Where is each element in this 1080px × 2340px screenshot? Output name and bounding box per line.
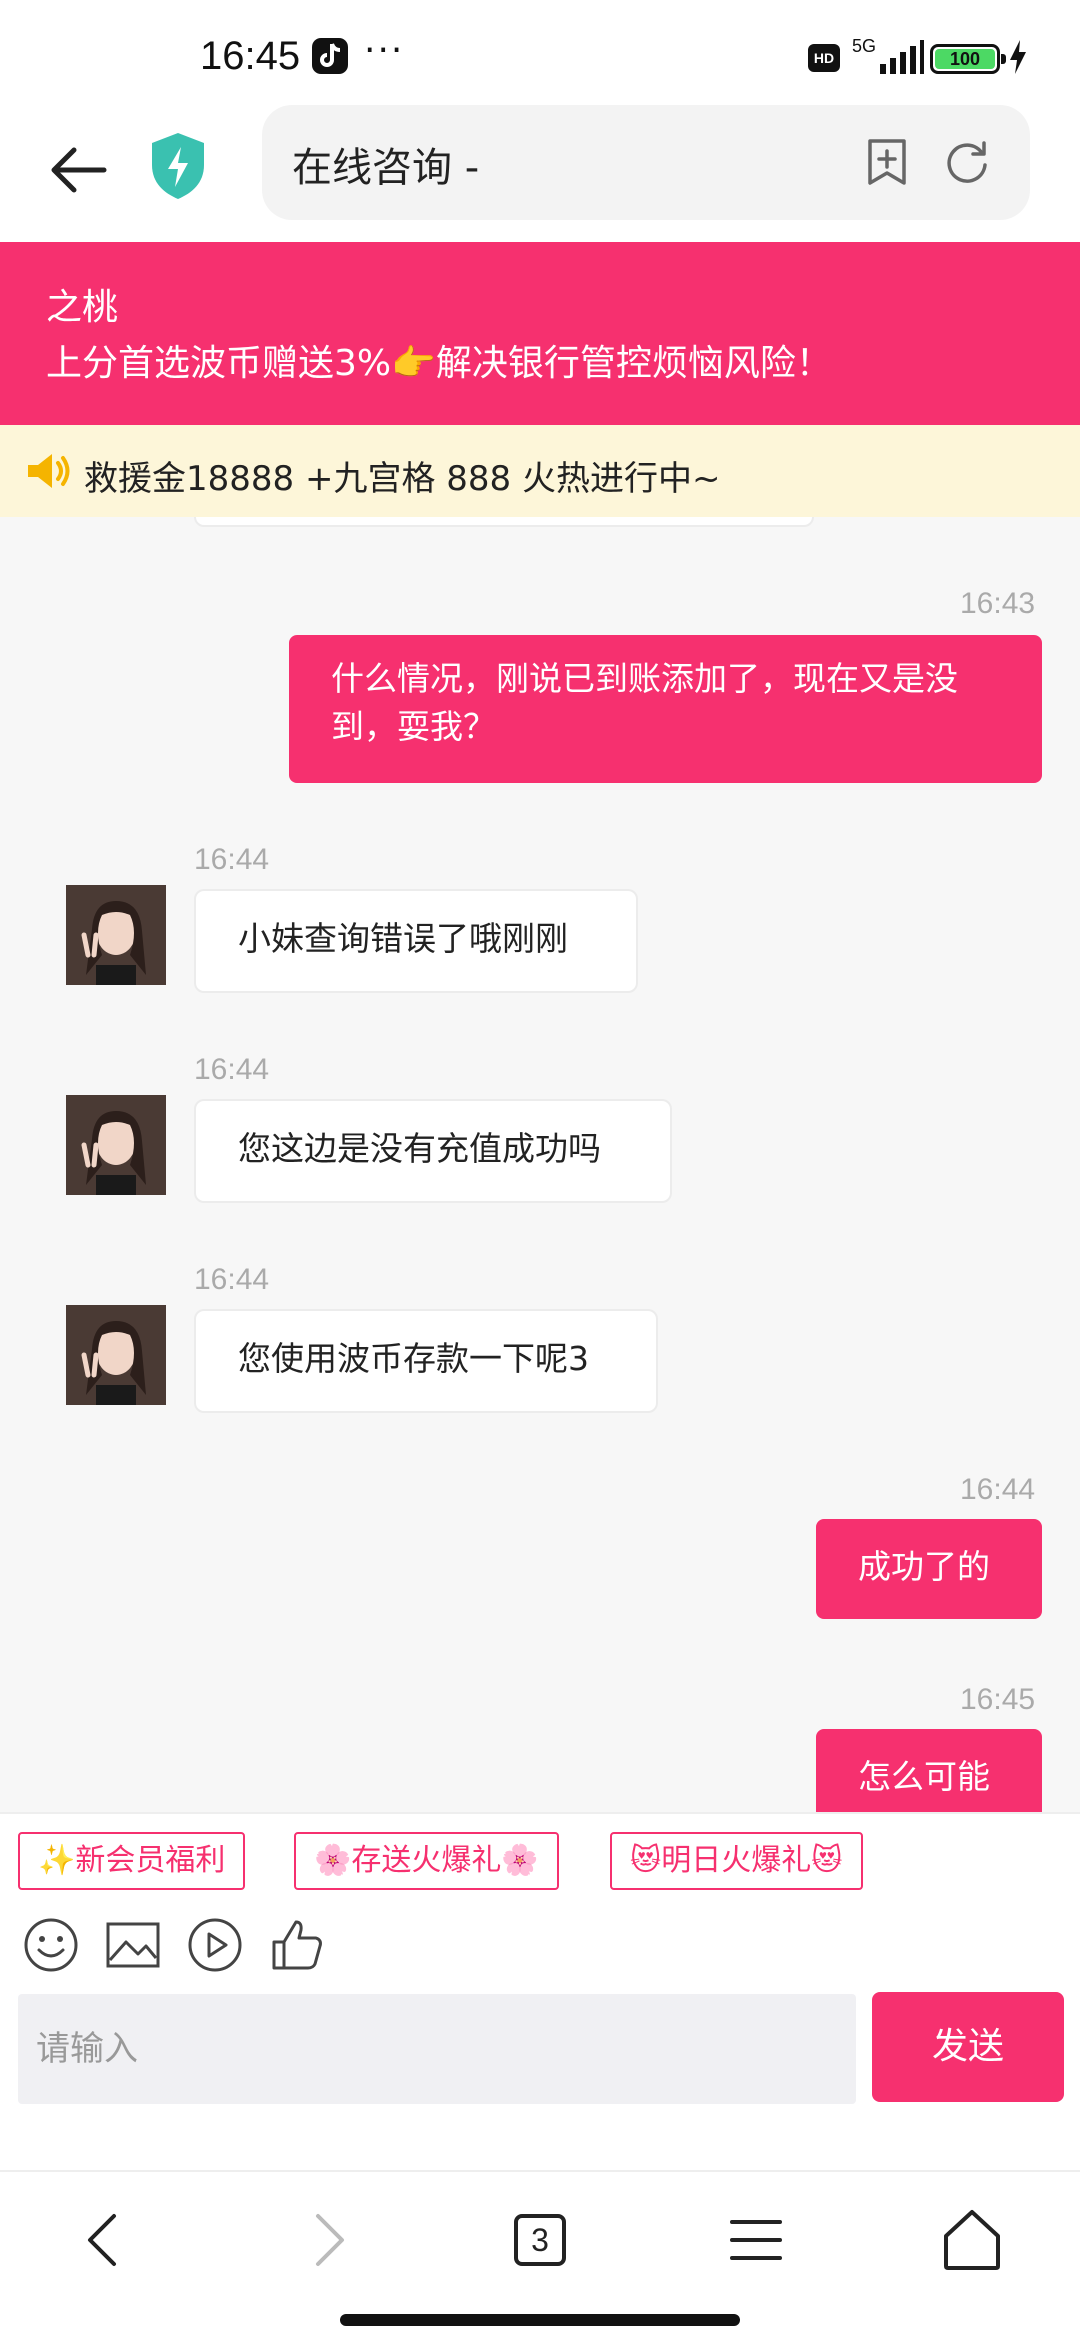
status-time: 16:45 <box>200 34 301 78</box>
chat-tools <box>0 1902 1080 1990</box>
address-bar[interactable]: 在线咨询 - <box>262 105 1030 220</box>
promo-text: 上分首选波币赠送3%👉解决银行管控烦恼风险！ <box>46 343 832 384</box>
back-arrow-icon[interactable] <box>44 135 114 205</box>
home-indicator[interactable] <box>340 2314 740 2326</box>
message-composer: 发送 <box>0 1990 1080 2170</box>
page: 16:45 ··· HD 5G 100 在线咨询 - 之桃 上分首选波币赠送3%… <box>0 0 1080 2340</box>
message-bubble-received: 您这边是没有充值成功吗 <box>194 1099 672 1203</box>
message-time: 16:43 <box>960 587 1036 620</box>
quick-tag-deposit-gift[interactable]: 🌸存送火爆礼🌸 <box>294 1832 559 1890</box>
signal-icon <box>880 40 924 74</box>
nav-back-icon[interactable] <box>66 2200 146 2280</box>
smile-icon[interactable] <box>22 1916 80 1974</box>
home-icon[interactable] <box>932 2200 1012 2280</box>
send-button[interactable]: 发送 <box>872 1992 1064 2102</box>
image-icon[interactable] <box>104 1916 162 1974</box>
bookmark-add-icon[interactable] <box>862 137 912 187</box>
tabs-button[interactable]: 3 <box>500 2200 580 2280</box>
message-bubble-received: 小妹查询错误了哦刚刚 <box>194 889 638 993</box>
tabs-count: 3 <box>514 2214 566 2266</box>
network-type: 5G <box>852 36 877 56</box>
quick-tag-tomorrow-gift[interactable]: 😻明日火爆礼😻 <box>610 1832 863 1890</box>
reload-icon[interactable] <box>942 137 992 187</box>
video-icon[interactable] <box>186 1916 244 1974</box>
tiktok-icon <box>312 38 348 74</box>
message-input[interactable] <box>18 1994 856 2104</box>
message-time: 16:44 <box>194 843 270 876</box>
notice-bar[interactable]: 救援金18888 +九宫格 888 火热进行中~ <box>0 425 1080 517</box>
charging-icon <box>1010 40 1026 74</box>
notification-more-icon: ··· <box>364 30 405 71</box>
status-bar: 16:45 ··· HD 5G 100 <box>0 0 1080 105</box>
message-bubble-sent: 怎么可能 <box>816 1729 1042 1812</box>
hd-badge: HD <box>808 44 840 72</box>
quick-reply-bar: ✨新会员福利 🌸存送火爆礼🌸 😻明日火爆礼😻 <box>0 1812 1080 1902</box>
message-bubble-sent: 成功了的 <box>816 1519 1042 1619</box>
browser-bottom-nav: 3 <box>0 2170 1080 2340</box>
page-title: 在线咨询 - <box>292 145 480 191</box>
browser-toolbar: 在线咨询 - <box>0 105 1080 242</box>
message-time: 16:44 <box>194 1263 270 1296</box>
battery-level: 100 <box>949 49 981 69</box>
battery-icon: 100 <box>930 44 1006 74</box>
agent-avatar[interactable] <box>66 1095 166 1195</box>
message-bubble <box>194 517 814 527</box>
speaker-icon <box>28 454 70 488</box>
quick-tag-new-member[interactable]: ✨新会员福利 <box>18 1832 246 1890</box>
agent-banner: 之桃 上分首选波币赠送3%👉解决银行管控烦恼风险！ <box>0 242 1080 425</box>
message-bubble-sent: 什么情况，刚说已到账添加了，现在又是没到，耍我？ <box>289 635 1042 783</box>
message-bubble-received: 您使用波币存款一下呢3 <box>194 1309 658 1413</box>
agent-avatar[interactable] <box>66 885 166 985</box>
security-shield-icon[interactable] <box>148 131 208 201</box>
message-time: 16:44 <box>194 1053 270 1086</box>
message-time: 16:45 <box>960 1683 1036 1716</box>
agent-avatar[interactable] <box>66 1305 166 1405</box>
thumbs-up-icon[interactable] <box>268 1916 326 1974</box>
nav-forward-icon[interactable] <box>286 2200 366 2280</box>
chat-area[interactable]: 16:43 什么情况，刚说已到账添加了，现在又是没到，耍我？ 16:44 小妹查… <box>0 517 1080 1812</box>
menu-icon[interactable] <box>716 2200 796 2280</box>
message-time: 16:44 <box>960 1473 1036 1506</box>
agent-name: 之桃 <box>46 287 119 328</box>
notice-text: 救援金18888 +九宫格 888 火热进行中~ <box>84 459 721 499</box>
